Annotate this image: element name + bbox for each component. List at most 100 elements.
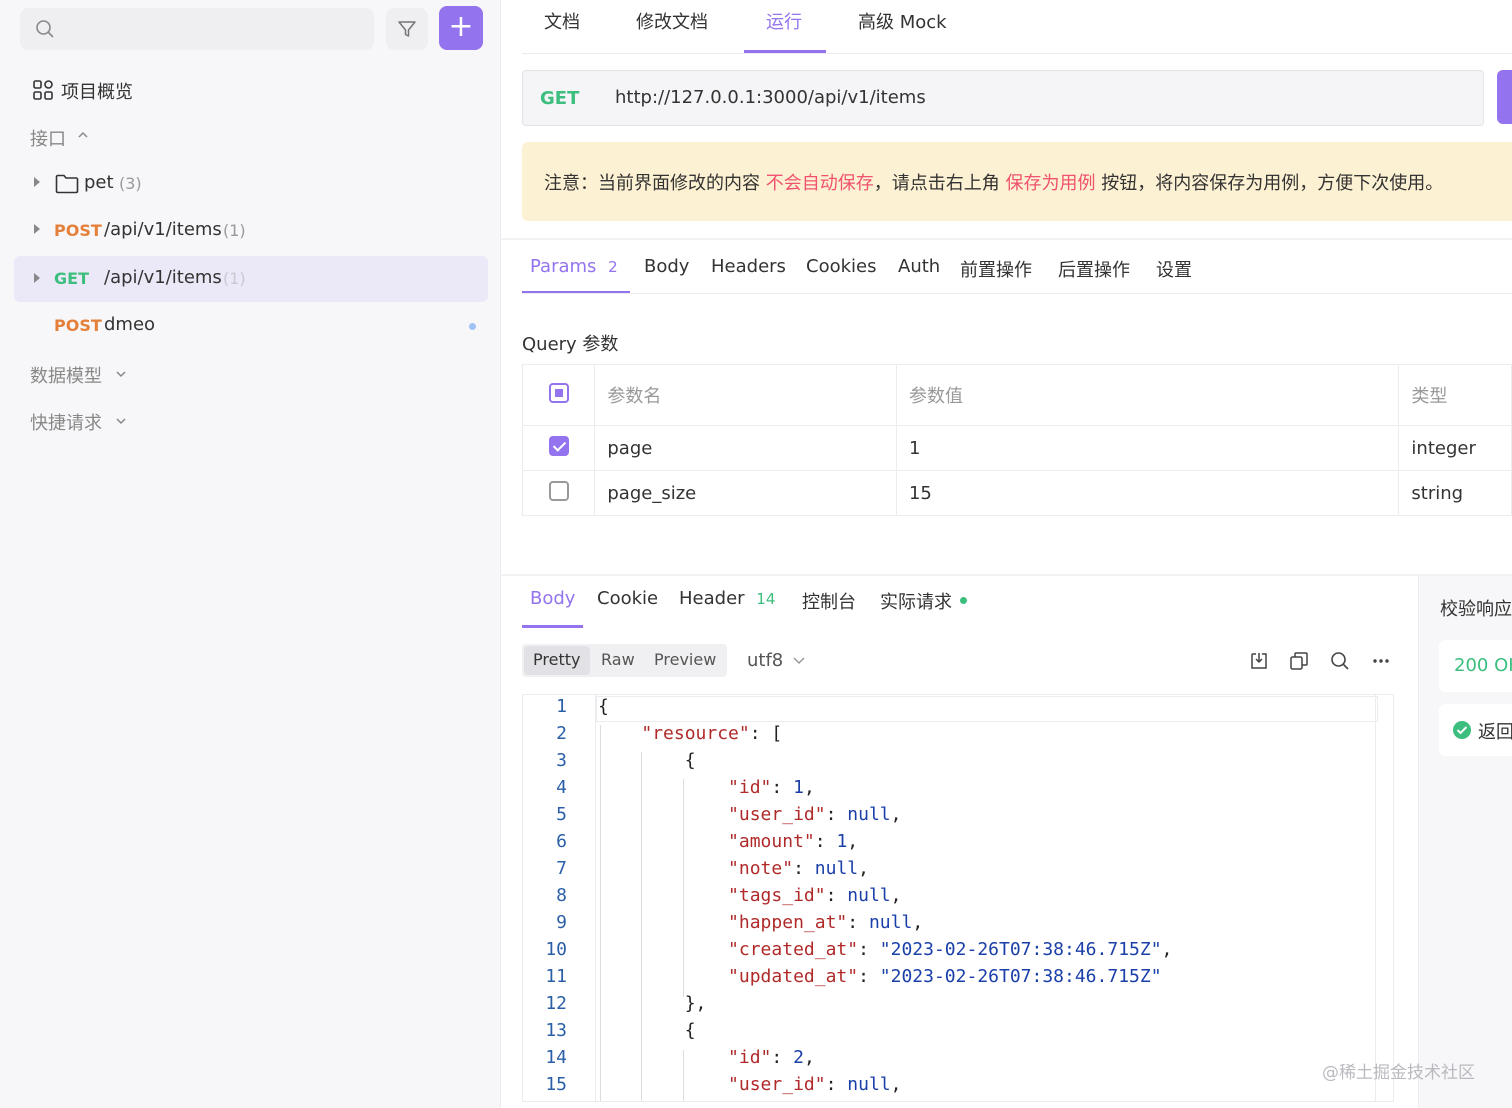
- json-key: "created_at": [728, 939, 859, 960]
- param-type[interactable]: integer: [1398, 425, 1512, 471]
- tab-response-cookie[interactable]: Cookie: [597, 588, 658, 609]
- tab-edit-docs[interactable]: 修改文档: [636, 8, 708, 34]
- notice-prefix: 注意：当前界面修改的内容: [544, 173, 760, 194]
- code-line: "created_at": "2023-02-26T07:38:46.715Z"…: [728, 939, 1173, 960]
- code-line: "note": null,: [728, 858, 869, 879]
- json-key: "user_id": [728, 1074, 826, 1095]
- tab-headers[interactable]: Headers: [711, 256, 786, 277]
- chevron-down-icon: [116, 371, 126, 378]
- divider: [500, 238, 1512, 240]
- table-header-row: 参数名 参数值 类型: [521, 364, 1512, 426]
- format-pretty[interactable]: Pretty: [533, 650, 580, 669]
- line-number: 7: [556, 858, 567, 879]
- tab-response-header-label: Header: [679, 588, 745, 609]
- section-models[interactable]: 数据模型: [0, 352, 500, 396]
- line-number: 3: [556, 750, 567, 771]
- url-bar[interactable]: GET http://127.0.0.1:3000/api/v1/items: [522, 70, 1484, 126]
- json-value: 1: [793, 777, 804, 798]
- json-value: null: [847, 1074, 891, 1095]
- add-button[interactable]: +: [439, 6, 483, 50]
- tab-auth[interactable]: Auth: [898, 256, 940, 277]
- chevron-down-icon[interactable]: [792, 655, 806, 667]
- tab-cookies[interactable]: Cookies: [806, 256, 876, 277]
- folder-pet[interactable]: pet (3): [0, 162, 500, 206]
- line-number: 5: [556, 804, 567, 825]
- response-code-viewer[interactable]: 1 2 3 4 5 6 7 8 9 10 11 12 13 14 15 { "resource": [ { …: [522, 694, 1394, 1102]
- row-checkbox[interactable]: [548, 435, 569, 456]
- query-title: Query 参数: [522, 334, 619, 355]
- param-value[interactable]: 1: [895, 425, 1400, 471]
- json-value: null: [868, 912, 913, 933]
- json-value: null: [847, 885, 891, 906]
- copy-icon[interactable]: [1289, 651, 1309, 671]
- tab-post-actions[interactable]: 后置操作: [1058, 256, 1130, 282]
- tab-docs[interactable]: 文档: [544, 8, 580, 34]
- tab-params[interactable]: Params 2: [530, 256, 618, 277]
- folder-icon: [55, 174, 79, 194]
- endpoint-path: /api/v1/items: [104, 267, 222, 288]
- tab-settings[interactable]: 设置: [1156, 256, 1192, 282]
- json-key: "updated_at": [728, 966, 859, 987]
- param-type[interactable]: string: [1398, 470, 1512, 516]
- line-number: 10: [545, 939, 567, 960]
- request-url[interactable]: http://127.0.0.1:3000/api/v1/items: [615, 87, 926, 108]
- code-line: "updated_at": "2023-02-26T07:38:46.715Z": [728, 966, 1162, 987]
- table-row: page 1 integer: [521, 425, 1512, 471]
- code-line: {: [598, 1020, 696, 1041]
- method-badge: POST: [54, 316, 102, 335]
- tab-console[interactable]: 控制台: [802, 588, 856, 614]
- param-name[interactable]: page_size: [594, 470, 897, 516]
- filter-button[interactable]: [386, 8, 428, 50]
- status-dot: [960, 597, 967, 604]
- code-line: "happen_at": null,: [728, 912, 924, 933]
- json-key: "user_id": [728, 804, 826, 825]
- sidebar-item-post-dmeo[interactable]: POST dmeo: [0, 304, 500, 348]
- active-tab-indicator: [522, 625, 583, 628]
- notice-highlight-save-case: 保存为用例: [1005, 173, 1096, 194]
- tab-pre-actions[interactable]: 前置操作: [960, 256, 1032, 282]
- format-preview[interactable]: Preview: [654, 650, 716, 669]
- send-button[interactable]: [1497, 70, 1512, 124]
- code-token: : [: [749, 723, 783, 744]
- search-input[interactable]: [20, 8, 374, 50]
- tab-response-header[interactable]: Header 14: [679, 588, 775, 609]
- folder-name: pet: [84, 172, 114, 193]
- param-name[interactable]: page: [594, 425, 897, 471]
- code-line: "tags_id": null,: [728, 885, 902, 906]
- tab-params-label: Params: [530, 256, 597, 277]
- grid-icon: [33, 80, 53, 100]
- tab-actual-request[interactable]: 实际请求: [880, 588, 952, 614]
- search-icon[interactable]: [1330, 651, 1350, 671]
- sidebar-item-overview[interactable]: 项目概览: [0, 68, 500, 112]
- sidebar-item-get-items[interactable]: GET /api/v1/items (1): [14, 256, 488, 302]
- code-line: "user_id": null,: [728, 1074, 902, 1095]
- more-icon[interactable]: [1371, 651, 1391, 671]
- format-raw[interactable]: Raw: [601, 650, 635, 669]
- endpoint-count: (1): [223, 221, 246, 240]
- code-line: "amount": 1,: [728, 831, 859, 852]
- encoding-select[interactable]: utf8: [747, 650, 783, 671]
- status-code: 200 OK: [1454, 655, 1512, 676]
- tab-response-body[interactable]: Body: [530, 588, 575, 609]
- section-quick[interactable]: 快捷请求: [0, 399, 500, 443]
- check-circle-icon: [1453, 721, 1471, 739]
- line-number: 14: [545, 1047, 567, 1068]
- caret-right-icon: [34, 224, 40, 234]
- download-icon[interactable]: [1249, 651, 1269, 671]
- code-token: },: [684, 993, 707, 1014]
- section-api[interactable]: 接口: [0, 115, 500, 159]
- validation-title: 校验响应: [1440, 599, 1512, 620]
- tab-body[interactable]: Body: [644, 256, 689, 277]
- request-method[interactable]: GET: [540, 88, 579, 109]
- tab-mock[interactable]: 高级 Mock: [858, 8, 947, 34]
- sidebar-item-post-items[interactable]: POST /api/v1/items (1): [0, 209, 500, 253]
- param-value[interactable]: 15: [895, 470, 1400, 516]
- scrollbar-track[interactable]: [1375, 695, 1376, 1101]
- line-number: 4: [556, 777, 567, 798]
- row-checkbox[interactable]: [548, 480, 569, 501]
- select-all-checkbox[interactable]: [548, 382, 569, 403]
- section-models-label: 数据模型: [30, 366, 102, 387]
- json-value: 2: [793, 1047, 804, 1068]
- tab-run[interactable]: 运行: [766, 8, 802, 34]
- json-key: "note": [728, 858, 794, 879]
